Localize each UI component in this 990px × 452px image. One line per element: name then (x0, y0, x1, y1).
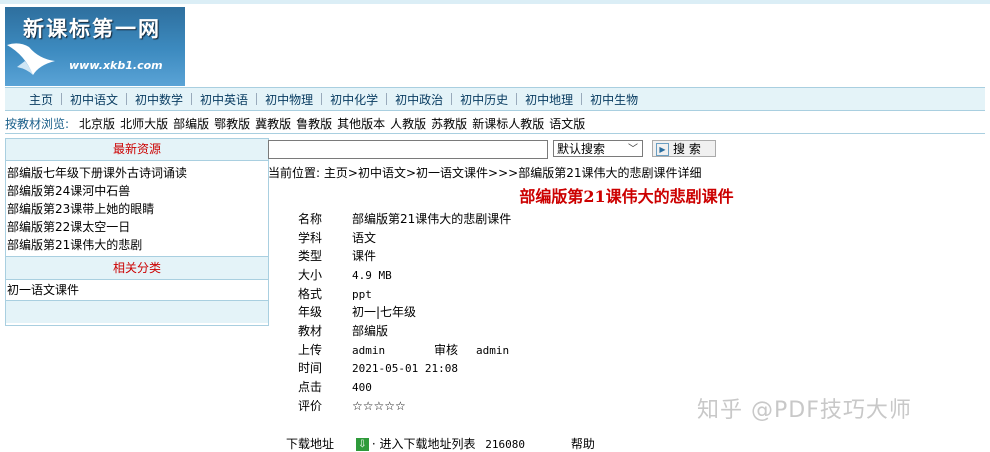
latest-resource-link[interactable]: 部编版七年级下册课外古诗词诵读 (7, 166, 187, 180)
search-type-select[interactable]: 默认搜索 ﹀ (553, 140, 643, 157)
detail-subject-row: 学科 语文 (298, 229, 376, 246)
related-categories-title: 相关分类 (6, 256, 268, 280)
field-value: 400 (352, 381, 372, 394)
sidebar-footer-band (6, 301, 268, 323)
logo-url: www.xkb1.com (69, 59, 163, 72)
breadcrumb-sep: > (405, 166, 417, 180)
field-value: 部编版第21课伟大的悲剧课件 (352, 212, 512, 226)
field-label: 评价 (298, 399, 323, 413)
field-label: 教材 (298, 324, 323, 338)
download-row: 下载地址 ⇩ · 进入下载地址列表 216080 帮助 (286, 435, 595, 452)
nav-home[interactable]: 主页 (21, 91, 61, 108)
edition-link[interactable]: 苏教版 (431, 115, 467, 132)
edition-link[interactable]: 鲁教版 (296, 115, 332, 132)
field-value: ppt (352, 288, 372, 301)
search-button[interactable]: ▶ 搜 索 (652, 140, 716, 157)
latest-resource-link[interactable]: 部编版第21课伟大的悲剧 (7, 238, 142, 252)
edition-link[interactable]: 新课标人教版 (472, 115, 544, 132)
field-value: 课件 (352, 249, 377, 263)
field-label: 年级 (298, 305, 323, 319)
field-value: 语文 (352, 231, 377, 245)
field-label: 上传 (298, 343, 323, 357)
nav-history[interactable]: 初中历史 (452, 91, 516, 108)
field-value: 部编版 (352, 324, 389, 338)
field-value: admin (476, 344, 510, 357)
download-list-link[interactable]: · 进入下载地址列表 (372, 437, 476, 451)
field-value: 初一|七年级 (352, 305, 417, 319)
edition-link[interactable]: 冀教版 (255, 115, 291, 132)
help-link[interactable]: 帮助 (571, 437, 595, 451)
watermark-text: 知乎 @PDF技巧大师 (697, 398, 912, 423)
field-label: 时间 (298, 361, 323, 375)
nav-geography[interactable]: 初中地理 (517, 91, 581, 108)
breadcrumb-sep: > (347, 166, 358, 180)
latest-resources-list: 部编版七年级下册课外古诗词诵读 部编版第24课河中石兽 部编版第23课带上她的眼… (6, 161, 268, 254)
field-label: 大小 (298, 268, 323, 282)
main-nav: 主页 初中语文 初中数学 初中英语 初中物理 初中化学 初中政治 初中历史 初中… (5, 87, 985, 111)
breadcrumb-sep: >>> (488, 166, 519, 180)
field-label: 格式 (298, 287, 323, 301)
edition-link[interactable]: 人教版 (390, 115, 426, 132)
field-value: 2021-05-01 21:08 (352, 362, 458, 375)
nav-politics[interactable]: 初中政治 (387, 91, 451, 108)
breadcrumb-prefix: 当前位置: (268, 166, 324, 180)
sidebar: 最新资源 部编版七年级下册课外古诗词诵读 部编版第24课河中石兽 部编版第23课… (5, 138, 269, 326)
detail-size-row: 大小 4.9 MB (298, 266, 392, 283)
download-count: 216080 (485, 438, 526, 451)
site-header: 新课标第一网 www.xkb1.com (0, 4, 990, 86)
edition-link[interactable]: 北京版 (79, 115, 115, 132)
detail-rating-row: 评价 ☆☆☆☆☆ (298, 397, 406, 414)
page-title: 部编版第21课伟大的悲剧课件 (519, 187, 734, 206)
edition-link[interactable]: 鄂教版 (214, 115, 250, 132)
nav-biology[interactable]: 初中生物 (582, 91, 646, 108)
edition-link[interactable]: 语文版 (549, 115, 585, 132)
latest-resources-title: 最新资源 (6, 139, 268, 161)
detail-textbook-row: 教材 部编版 (298, 322, 388, 339)
breadcrumb-category[interactable]: 初一语文课件 (416, 166, 488, 180)
detail-name-row: 名称 部编版第21课伟大的悲剧课件 (298, 210, 511, 227)
nav-english[interactable]: 初中英语 (192, 91, 256, 108)
logo-title: 新课标第一网 (23, 16, 161, 41)
nav-chinese[interactable]: 初中语文 (62, 91, 126, 108)
latest-resource-link[interactable]: 部编版第23课带上她的眼睛 (7, 202, 154, 216)
search-type-value: 默认搜索 (557, 142, 606, 156)
download-icon: ⇩ (355, 438, 369, 451)
detail-upload-row: 上传 admin 审核 admin (298, 341, 509, 358)
edition-nav: 按教材浏览: 北京版 北师大版 部编版 鄂教版 冀教版 鲁教版 其他版本 人教版… (5, 113, 985, 134)
detail-hits-row: 点击 400 (298, 378, 372, 395)
related-category-link[interactable]: 初一语文课件 (7, 283, 79, 297)
latest-resource-link[interactable]: 部编版第22课太空一日 (7, 220, 130, 234)
nav-math[interactable]: 初中数学 (127, 91, 191, 108)
field-label: 点击 (298, 380, 323, 394)
breadcrumb-home[interactable]: 主页 (324, 166, 348, 180)
arrow-right-icon: ▶ (656, 143, 669, 156)
field-label: 审核 (434, 343, 459, 357)
detail-time-row: 时间 2021-05-01 21:08 (298, 359, 458, 376)
rating-stars[interactable]: ☆☆☆☆☆ (352, 399, 406, 413)
nav-chemistry[interactable]: 初中化学 (322, 91, 386, 108)
field-label: 下载地址 (286, 437, 335, 451)
edition-link[interactable]: 其他版本 (337, 115, 385, 132)
edition-link[interactable]: 部编版 (173, 115, 209, 132)
nav-physics[interactable]: 初中物理 (257, 91, 321, 108)
breadcrumb: 当前位置: 主页>初中语文>初一语文课件>>>部编版第21课伟大的悲剧课件详细 (268, 164, 701, 181)
field-value: admin (352, 344, 386, 357)
edition-nav-label: 按教材浏览: (5, 116, 70, 131)
breadcrumb-chinese[interactable]: 初中语文 (358, 166, 406, 180)
field-label: 类型 (298, 249, 323, 263)
search-input[interactable] (268, 140, 548, 159)
field-label: 学科 (298, 231, 323, 245)
field-label: 名称 (298, 212, 323, 226)
site-logo[interactable]: 新课标第一网 www.xkb1.com (5, 7, 185, 86)
latest-resource-link[interactable]: 部编版第24课河中石兽 (7, 184, 130, 198)
detail-grade-row: 年级 初一|七年级 (298, 303, 416, 320)
field-value: 4.9 MB (352, 269, 392, 282)
edition-link[interactable]: 北师大版 (120, 115, 168, 132)
breadcrumb-current: 部编版第21课伟大的悲剧课件详细 (518, 166, 702, 180)
detail-type-row: 类型 课件 (298, 247, 376, 264)
detail-format-row: 格式 ppt (298, 285, 372, 302)
search-button-label: 搜 索 (673, 142, 701, 156)
chevron-down-icon: ﹀ (628, 144, 638, 155)
